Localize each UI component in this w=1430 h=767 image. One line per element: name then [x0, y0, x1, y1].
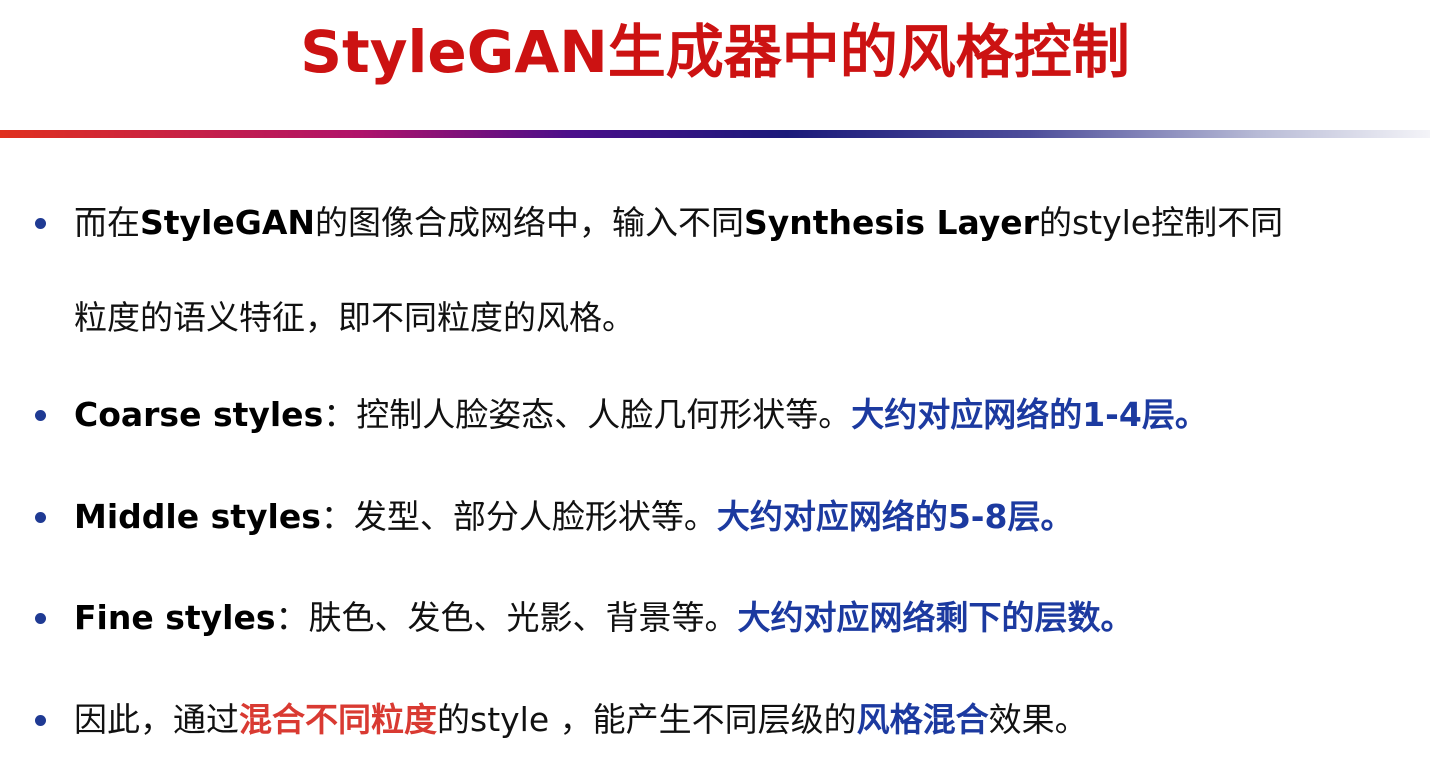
style-description: 控制人脸姿态、人脸几何形状等。: [356, 395, 852, 434]
style-label: Middle styles: [74, 497, 321, 536]
text-segment: 因此，通过: [74, 700, 239, 739]
bullet-text: Middle styles：发型、部分人脸形状等。大约对应网络的5-8层。: [74, 469, 1424, 564]
bullet-text: 因此，通过混合不同粒度的style ，能产生不同层级的风格混合效果。: [74, 672, 1424, 767]
bullet-text: Fine styles：肤色、发色、光影、背景等。大约对应网络剩下的层数。: [74, 570, 1424, 665]
style-label: Coarse styles: [74, 395, 324, 434]
bullet-dot-icon: [35, 218, 46, 229]
bold-term-stylegan: StyleGAN: [140, 203, 315, 242]
bold-term-synthesis-layer: Synthesis Layer: [744, 203, 1039, 242]
bullet-line-1: 而在StyleGAN的图像合成网络中，输入不同Synthesis Layer的s…: [74, 175, 1424, 270]
layer-emphasis: 大约对应网络剩下的层数。: [737, 598, 1134, 637]
bullet-text: 而在StyleGAN的图像合成网络中，输入不同Synthesis Layer的s…: [74, 175, 1424, 365]
bullet-dot-icon: [35, 512, 46, 523]
bullet-text: Coarse styles：控制人脸姿态、人脸几何形状等。大约对应网络的1-4层…: [74, 367, 1424, 462]
text-segment: 而在: [74, 203, 140, 242]
text-segment: 效果。: [988, 700, 1088, 739]
blue-emphasis: 风格混合: [856, 700, 989, 739]
text-segment: 的图像合成网络中，输入不同: [315, 203, 744, 242]
colon: ：: [275, 598, 309, 637]
text-segment: 的style ，能产生不同层级的: [437, 700, 857, 739]
layer-emphasis: 大约对应网络的1-4层。: [851, 395, 1208, 434]
colon: ：: [323, 395, 357, 434]
bullet-dot-icon: [35, 410, 46, 421]
text-segment: 的style控制不同: [1038, 203, 1284, 242]
bullet-list: 而在StyleGAN的图像合成网络中，输入不同Synthesis Layer的s…: [0, 0, 1430, 762]
bullet-dot-icon: [35, 613, 46, 624]
style-description: 发型、部分人脸形状等。: [353, 497, 717, 536]
red-emphasis: 混合不同粒度: [239, 700, 437, 739]
bullet-dot-icon: [35, 715, 46, 726]
bullet-line-2: 粒度的语义特征，即不同粒度的风格。: [74, 298, 635, 337]
style-label: Fine styles: [74, 598, 276, 637]
style-description: 肤色、发色、光影、背景等。: [308, 598, 738, 637]
layer-emphasis: 大约对应网络的5-8层。: [716, 497, 1074, 536]
colon: ：: [320, 497, 354, 536]
